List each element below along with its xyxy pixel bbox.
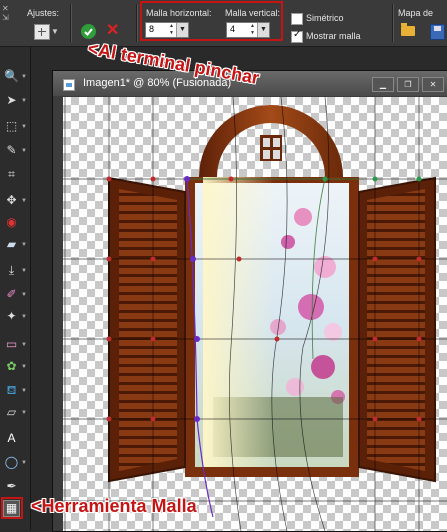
tool-options-bar: ✕ ⇲ Ajustes: ▼ ✕ Malla horizontal: 8 ▲ ▼ ▼… [0, 0, 447, 47]
chevron-down-icon[interactable]: ▼ [21, 342, 27, 348]
picture-tube-tool-button[interactable]: ✿ ▼ [4, 359, 26, 374]
red-eye-tool-button[interactable]: ◉ [4, 215, 19, 230]
chevron-down-icon[interactable]: ▼ [21, 364, 27, 370]
pick-tool-button[interactable]: ➤ ▼ [4, 93, 26, 108]
chevron-down-icon[interactable]: ▼ [21, 198, 27, 204]
folder-icon[interactable] [401, 23, 415, 36]
preset-grid-icon [34, 24, 50, 40]
paint-brush-tool-button[interactable]: ✐ ▼ [4, 287, 26, 302]
minimize-button[interactable]: ▁ [372, 77, 394, 92]
symmetric-checkbox[interactable] [291, 13, 303, 25]
separator [392, 4, 393, 42]
flood-fill-tool-button[interactable]: ⛾ ▼ [4, 383, 27, 398]
mesh-map-label: Mapa de [398, 8, 434, 18]
eraser2-tool-icon: ▱ [6, 405, 17, 419]
chevron-down-icon[interactable]: ▼ [21, 124, 27, 130]
lighten-tool-button[interactable]: ✦ ▼ [4, 309, 26, 324]
dropper-tool-icon: ✎ [6, 143, 17, 157]
presets-dropdown[interactable]: ▼ [34, 24, 62, 40]
chevron-down-icon[interactable]: ▼ [21, 410, 27, 416]
presets-label: Ajustes: [27, 8, 60, 18]
save-icon[interactable] [430, 24, 445, 40]
chevron-down-icon[interactable]: ▼ [257, 23, 269, 37]
apply-button[interactable] [81, 24, 96, 39]
image-canvas[interactable] [63, 97, 447, 531]
selection-tool-icon: ⬚ [5, 119, 18, 133]
dropper-tool-button[interactable]: ✎ ▼ [4, 143, 26, 158]
pen-tool-icon: ✒ [6, 479, 17, 493]
zoom-tool-icon: 🔍 [4, 69, 19, 83]
checkmark-icon [84, 28, 93, 36]
image-document-icon [63, 79, 75, 91]
chevron-down-icon[interactable]: ▼ [176, 23, 188, 37]
chevron-down-icon[interactable]: ▼ [21, 268, 27, 274]
selection-tool-button[interactable]: ⬚ ▼ [4, 119, 27, 134]
move-tool-button[interactable]: ✥ ▼ [4, 193, 26, 208]
chevron-down-icon[interactable]: ▼ [21, 148, 27, 154]
show-mesh-checkbox[interactable] [291, 29, 303, 43]
cancel-button[interactable]: ✕ [106, 22, 124, 40]
picture-tube-tool-icon: ✿ [6, 359, 17, 373]
separator [70, 4, 71, 42]
clone-tool-icon: ⤓ [8, 263, 15, 277]
flood-fill-tool-icon: ⛾ [6, 383, 17, 397]
mesh-horizontal-value: 8 [149, 24, 155, 34]
mesh-vertical-label: Malla vertical: [225, 8, 281, 18]
red-eye-tool-icon: ◉ [6, 215, 17, 229]
shape-tool-icon: ◯ [4, 455, 19, 469]
lighten-tool-icon: ✦ [6, 309, 17, 323]
canvas-artwork [63, 97, 447, 531]
chevron-down-icon[interactable]: ▼ [21, 242, 27, 248]
pick-tool-icon: ➤ [6, 93, 17, 107]
stepper-arrows-icon[interactable]: ▲ ▼ [248, 23, 257, 37]
crop-tool-button[interactable]: ⌗ [4, 167, 19, 182]
text-tool-icon: A [7, 431, 16, 445]
palette-grip-icon[interactable]: ✕ ⇲ [2, 4, 12, 42]
eraser2-tool-button[interactable]: ▱ ▼ [4, 405, 27, 420]
makeover-tool-button[interactable]: ▰ ▼ [4, 237, 27, 252]
chevron-down-icon[interactable]: ▼ [21, 314, 27, 320]
mesh-tool-highlight [1, 497, 23, 519]
separator [136, 4, 137, 42]
mesh-horizontal-stepper[interactable]: 8 ▲ ▼ ▼ [145, 22, 189, 38]
makeover-tool-icon: ▰ [6, 237, 17, 251]
chevron-down-icon[interactable]: ▼ [21, 388, 27, 394]
shape-tool-button[interactable]: ◯ ▼ [4, 455, 27, 470]
tools-toolbar: 🔍 ▼ ➤ ▼ ⬚ ▼ ✎ ▼ ⌗ ✥ ▼ ◉ ▰ ▼ ⤓ ▼ ✐ ▼ ✦ ▼ ▭ ▼ ✿ ▼ ⛾ ▼ ▱ ▼ A ◯ ▼ ✒ ▦ [0, 47, 31, 530]
chevron-down-icon[interactable]: ▼ [21, 292, 27, 298]
symmetric-label: Simétrico [306, 13, 344, 23]
mesh-vertical-value: 4 [230, 24, 236, 34]
stepper-arrows-icon[interactable]: ▲ ▼ [167, 23, 176, 37]
pen-tool-button[interactable]: ✒ [4, 479, 19, 494]
show-mesh-label: Mostrar malla [306, 31, 361, 41]
mesh-horizontal-label: Malla horizontal: [146, 8, 212, 18]
text-tool-button[interactable]: A [4, 431, 19, 446]
restore-button[interactable]: ❐ [397, 77, 419, 92]
chevron-down-icon[interactable]: ▼ [21, 98, 27, 104]
move-tool-icon: ✥ [6, 193, 17, 207]
mesh-tool-annotation: <Herramienta Malla [31, 496, 197, 516]
chevron-down-icon[interactable]: ▼ [21, 460, 27, 466]
eraser-tool-button[interactable]: ▭ ▼ [4, 337, 27, 352]
close-button[interactable]: ✕ [422, 77, 444, 92]
paint-brush-tool-icon: ✐ [6, 287, 17, 301]
zoom-tool-button[interactable]: 🔍 ▼ [4, 69, 27, 84]
eraser-tool-icon: ▭ [5, 337, 18, 351]
mesh-vertical-stepper[interactable]: 4 ▲ ▼ ▼ [226, 22, 270, 38]
crop-tool-icon: ⌗ [8, 167, 15, 181]
clone-tool-button[interactable]: ⤓ ▼ [4, 263, 27, 278]
chevron-down-icon[interactable]: ▼ [21, 74, 27, 80]
chevron-down-icon: ▼ [51, 27, 59, 36]
document-window: Imagen1* @ 80% (Fusionada) ▁ ❐ ✕ [52, 70, 447, 532]
